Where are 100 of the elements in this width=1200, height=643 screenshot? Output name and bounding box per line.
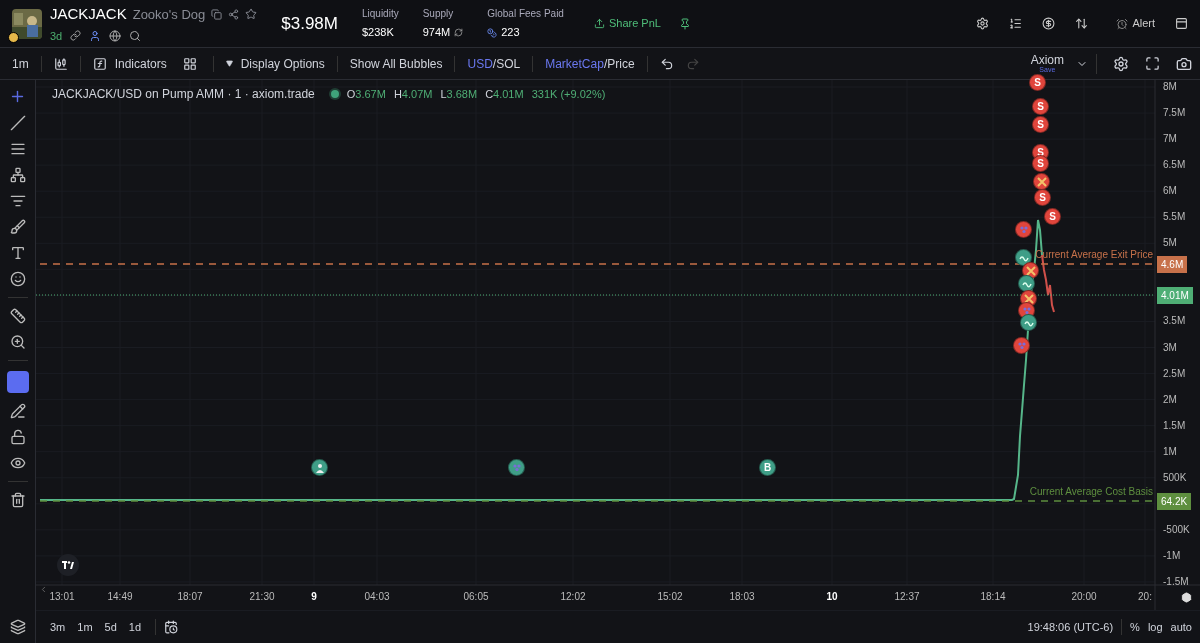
log-button[interactable]: log [1147,618,1163,636]
share-pnl-button[interactable]: Share PnL [587,11,667,36]
toggle-option[interactable]: SOL [496,54,521,73]
stat-label: Liquidity [361,7,399,22]
trade-bubble[interactable]: S [1032,116,1049,133]
settings-icon[interactable] [976,17,990,30]
y-axis-label: 7.5M [1163,108,1186,119]
trade-bubble[interactable] [1020,314,1037,331]
percent-button[interactable]: % [1130,618,1140,636]
y-axis-label: 6M [1163,186,1177,197]
user-icon[interactable] [89,29,102,42]
display-options-button[interactable]: Display Options [213,54,337,73]
trade-bubble[interactable]: S [1029,74,1046,91]
calendar-icon[interactable] [164,620,179,634]
grapes-icon [1021,305,1032,316]
trash-icon[interactable] [9,492,26,508]
y-axis-label: -1M [1163,550,1181,561]
price-tag: 4.01M [1157,287,1193,304]
lines-icon[interactable] [9,141,26,157]
search-icon[interactable] [129,29,142,42]
x-axis-label: 12:02 [560,592,586,602]
interval-button[interactable]: 1m [0,54,41,73]
clock-time: 19:48:06 (UTC-6) [1027,619,1114,635]
y-axis-label: 2M [1163,394,1177,405]
dollar-icon[interactable] [1042,17,1056,30]
verified-icon [8,31,19,43]
y-axis-label: -1.5M [1163,576,1189,587]
trend-line-icon[interactable] [9,115,26,131]
text-icon[interactable] [9,245,26,261]
toggle-option[interactable]: MarketCap [545,54,604,73]
layout-name[interactable]: Axiom [1030,54,1064,66]
share-icon[interactable] [228,8,240,20]
copy-icon[interactable] [211,8,223,20]
price-change: 331K (+9.02%) [531,86,606,102]
function-icon [92,56,107,71]
y-axis-label: 1.5M [1163,420,1186,431]
toggle-option[interactable]: USD [467,54,493,73]
fullscreen-icon[interactable] [1145,56,1160,71]
auto-button[interactable]: auto [1170,618,1192,636]
swap-icon[interactable] [1075,17,1089,30]
refresh-icon[interactable] [454,28,464,37]
eye-icon[interactable] [9,455,26,471]
trade-bubble[interactable]: S [1044,208,1061,225]
ruler-icon[interactable] [9,308,26,324]
candlestick-icon[interactable] [53,56,68,71]
list-icon[interactable] [1009,17,1023,30]
crosshair-icon[interactable] [9,88,26,105]
smiley-icon[interactable] [9,271,26,287]
collapse-icon[interactable] [39,585,48,594]
y-axis-label: 2.5M [1163,368,1186,379]
star-icon[interactable] [245,8,258,21]
trade-bubble[interactable] [1018,275,1035,292]
settings-icon[interactable] [1113,55,1129,72]
range-button[interactable]: 1d [122,618,148,636]
person-icon [314,462,325,473]
toggle-separator: / [603,55,608,73]
trade-bubble[interactable] [508,459,525,476]
pin-icon[interactable] [678,17,691,30]
pattern-icon[interactable] [9,167,26,183]
stat-label: Global Fees Paid [487,7,564,22]
toggle-separator: / [492,55,497,73]
trade-bubble[interactable]: S [1032,98,1049,115]
x-axis-label: 9 [311,592,317,602]
trade-bubble[interactable] [311,459,328,476]
x-axis-label: 15:02 [657,592,683,602]
unlock-icon[interactable] [9,429,26,445]
zoom-in-icon[interactable] [9,334,26,350]
panel-icon[interactable] [1175,17,1188,30]
camera-icon[interactable] [1176,55,1192,72]
trade-bubble[interactable]: S [1034,189,1051,206]
grapes-icon [1016,340,1027,351]
brush-icon[interactable] [9,219,26,235]
grapes-icon [1018,224,1029,235]
range-button[interactable]: 3m [44,618,72,636]
price-tag: 64.2K [1157,493,1192,510]
trade-bubble[interactable]: S [1032,155,1049,172]
range-button[interactable]: 1m [71,618,99,636]
alert-button[interactable]: Alert [1116,15,1155,32]
globe-icon[interactable] [109,29,122,42]
grid-icon[interactable] [182,56,197,71]
undo-icon[interactable] [659,56,674,71]
ohlc-value: H4.07M [393,86,433,102]
layers-icon[interactable] [9,619,26,635]
x-axis-label: 14:49 [107,592,133,602]
trade-bubble[interactable] [1033,173,1050,190]
pencil-icon[interactable] [9,403,26,419]
color-swatch[interactable] [6,371,29,393]
range-button[interactable]: 5d [98,618,123,636]
toggle-option[interactable]: Price [607,54,635,73]
y-axis-label: 500K [1163,472,1187,483]
cross-icon [1023,293,1034,304]
y-axis-label: 3.5M [1163,316,1186,327]
indicators-button[interactable]: Indicators [80,54,179,73]
x-axis-label: 21:30 [249,592,275,602]
levels-icon[interactable] [9,193,26,209]
x-axis-label: 06:05 [463,592,489,602]
show-bubbles-button[interactable]: Show All Bubbles [337,54,455,73]
y-axis-label: 6.5M [1163,160,1186,171]
link-icon[interactable] [70,30,82,42]
hexagon-icon[interactable] [1181,592,1192,603]
